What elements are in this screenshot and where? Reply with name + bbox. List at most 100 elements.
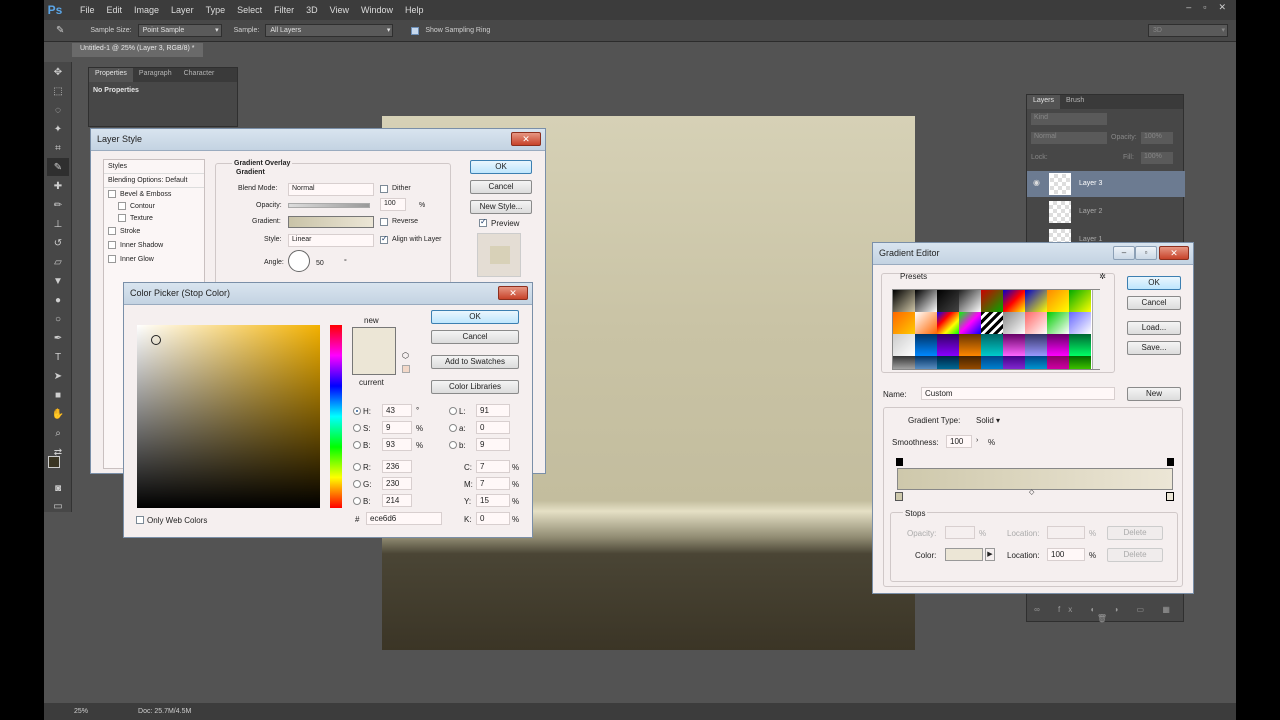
zoom-level[interactable]: 25%	[74, 708, 88, 715]
eyedropper-tool-icon[interactable]: ✎	[47, 158, 69, 176]
presets-scrollbar[interactable]	[1092, 290, 1100, 369]
menu-image[interactable]: Image	[134, 5, 159, 15]
gradient-preview-bar[interactable]	[897, 468, 1173, 490]
menu-help[interactable]: Help	[405, 5, 424, 15]
smoothness-stepper-icon[interactable]: ›	[976, 437, 978, 444]
r-field[interactable]: 236	[382, 460, 412, 473]
save-button[interactable]: Save...	[1127, 341, 1181, 355]
stop-opacity-field[interactable]	[945, 526, 975, 539]
angle-dial[interactable]	[288, 250, 310, 272]
dodge-tool-icon[interactable]: ○	[47, 310, 69, 328]
presets-grid[interactable]	[892, 289, 1100, 370]
paint-bucket-icon[interactable]: ▼	[47, 272, 69, 290]
screen-mode-icon[interactable]: ▭	[47, 497, 69, 515]
document-tab[interactable]: Untitled-1 @ 25% (Layer 3, RGB/8) *	[72, 43, 203, 57]
marquee-tool-icon[interactable]: ⬚	[47, 82, 69, 100]
layer-row[interactable]: Layer 2	[1027, 199, 1185, 225]
menu-view[interactable]: View	[330, 5, 349, 15]
smoothness-field[interactable]: 100	[946, 435, 972, 448]
minimize-button[interactable]: –	[1186, 2, 1191, 13]
menu-layer[interactable]: Layer	[171, 5, 194, 15]
h-field[interactable]: 43	[382, 404, 412, 417]
foreground-color-swatch[interactable]	[48, 456, 60, 468]
type-tool-icon[interactable]: T	[47, 348, 69, 366]
tab-character[interactable]: Character	[178, 68, 221, 82]
lab-b-radio[interactable]	[449, 441, 457, 449]
history-brush-icon[interactable]: ↺	[47, 234, 69, 252]
pen-tool-icon[interactable]: ✒	[47, 329, 69, 347]
align-with-layer-checkbox[interactable]	[380, 234, 388, 244]
tab-layers[interactable]: Layers	[1027, 95, 1061, 109]
reverse-checkbox[interactable]	[380, 218, 388, 226]
preview-checkbox[interactable]	[479, 217, 487, 227]
name-field[interactable]: Custom	[921, 387, 1115, 400]
delete-opacity-stop-button[interactable]: Delete	[1107, 526, 1163, 540]
color-field[interactable]	[137, 325, 320, 508]
web-safe-swatch[interactable]	[402, 365, 410, 373]
opacity-stop-right[interactable]	[1167, 458, 1174, 466]
restore-button[interactable]: ▫	[1203, 2, 1206, 13]
a-field[interactable]: 0	[476, 421, 510, 434]
only-web-colors-checkbox[interactable]	[136, 516, 144, 524]
s-radio[interactable]	[353, 424, 361, 432]
blur-tool-icon[interactable]: ●	[47, 291, 69, 309]
style-item-bevel[interactable]: Bevel & Emboss	[104, 188, 204, 200]
menu-type[interactable]: Type	[206, 5, 226, 15]
sample-select[interactable]: All Layers	[265, 24, 394, 37]
quick-mask-icon[interactable]: ◙	[47, 479, 69, 497]
stop-location-field[interactable]: 100	[1047, 548, 1085, 561]
new-style-button[interactable]: New Style...	[470, 200, 532, 214]
opacity-value[interactable]: 100%	[1141, 132, 1173, 144]
hex-field[interactable]: ece6d6	[366, 512, 442, 525]
blue-radio[interactable]	[353, 497, 361, 505]
delete-color-stop-button[interactable]: Delete	[1107, 548, 1163, 562]
visibility-eye-icon[interactable]: ◉	[1033, 178, 1040, 187]
quick-select-icon[interactable]: ✦	[47, 120, 69, 138]
close-button[interactable]: ✕	[1159, 246, 1189, 260]
angle-value[interactable]: 50	[316, 260, 324, 267]
move-tool-icon[interactable]: ✥	[47, 63, 69, 81]
g-radio[interactable]	[353, 480, 361, 488]
style-item-contour[interactable]: Contour	[104, 200, 204, 212]
new-gradient-button[interactable]: New	[1127, 387, 1181, 401]
dither-checkbox[interactable]	[380, 185, 388, 193]
close-button[interactable]: ✕	[498, 286, 528, 300]
layer-kind-filter[interactable]: Kind	[1031, 113, 1107, 125]
lasso-tool-icon[interactable]: ◌	[47, 101, 69, 119]
blend-mode-select[interactable]: Normal	[1031, 132, 1107, 144]
current-color-swatch[interactable]	[352, 351, 396, 375]
eyedropper-icon[interactable]: ✎	[56, 25, 64, 36]
c-field[interactable]: 7	[476, 460, 510, 473]
midpoint-diamond-icon[interactable]: ◇	[1029, 488, 1034, 496]
r-radio[interactable]	[353, 463, 361, 471]
menu-window[interactable]: Window	[361, 5, 393, 15]
a-radio[interactable]	[449, 424, 457, 432]
gradient-type-select[interactable]: Solid ▾	[974, 416, 1003, 425]
ok-button[interactable]: OK	[1127, 276, 1181, 290]
ok-button[interactable]: OK	[470, 160, 532, 174]
crop-tool-icon[interactable]: ⌗	[47, 139, 69, 157]
color-libraries-button[interactable]: Color Libraries	[431, 380, 519, 394]
style-item-texture[interactable]: Texture	[104, 212, 204, 224]
gradient-swatch[interactable]	[288, 216, 374, 228]
blue-field[interactable]: 214	[382, 494, 412, 507]
menu-file[interactable]: File	[80, 5, 95, 15]
opacity-stop-left[interactable]	[896, 458, 903, 466]
healing-brush-icon[interactable]: ✚	[47, 177, 69, 195]
hand-tool-icon[interactable]: ✋	[47, 405, 69, 423]
h-radio[interactable]	[353, 407, 361, 415]
b-radio[interactable]	[353, 441, 361, 449]
style-item-inner-glow[interactable]: Inner Glow	[104, 252, 204, 266]
style-item-stroke[interactable]: Stroke	[104, 224, 204, 238]
fill-value[interactable]: 100%	[1141, 152, 1173, 164]
tab-properties[interactable]: Properties	[89, 68, 133, 82]
menu-select[interactable]: Select	[237, 5, 262, 15]
k-field[interactable]: 0	[476, 512, 510, 525]
cancel-button[interactable]: Cancel	[431, 330, 519, 344]
styles-header[interactable]: Styles	[104, 160, 204, 174]
close-button[interactable]: ✕	[511, 132, 541, 146]
menu-filter[interactable]: Filter	[274, 5, 294, 15]
blend-mode-select[interactable]: Normal	[288, 183, 374, 196]
layer-row[interactable]: ◉ Layer 3	[1027, 171, 1185, 197]
cancel-button[interactable]: Cancel	[470, 180, 532, 194]
